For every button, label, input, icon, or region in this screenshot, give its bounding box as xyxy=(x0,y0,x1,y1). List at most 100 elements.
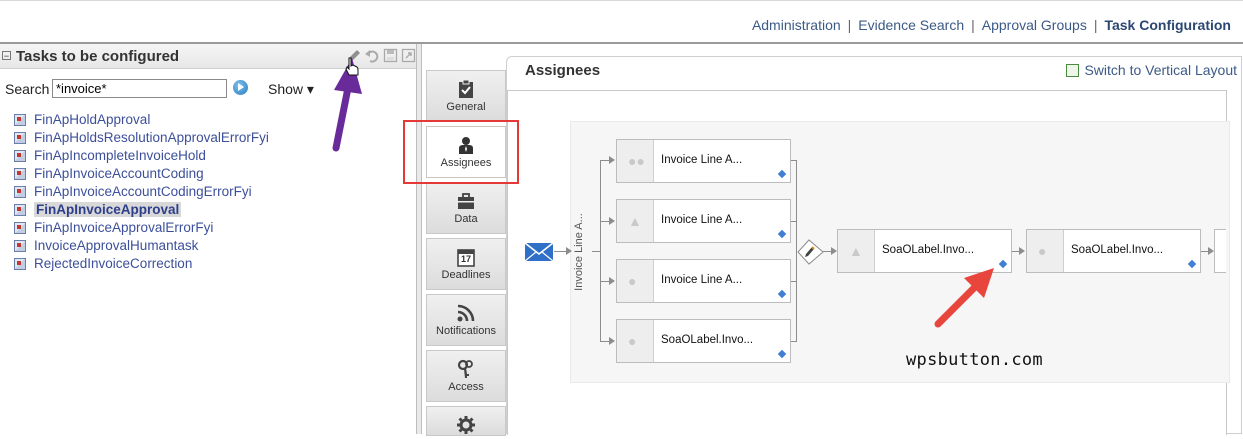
task-item[interactable]: InvoiceApprovalHumantask xyxy=(14,237,269,255)
hierarchy-icon: ▲ xyxy=(849,243,863,259)
tab-configuration[interactable] xyxy=(426,406,506,436)
node-diamond-icon xyxy=(1187,259,1197,269)
assignees-tab-highlight xyxy=(403,120,519,184)
join-line xyxy=(791,160,796,161)
task-item[interactable]: FinApInvoiceApprovalErrorFyi xyxy=(14,219,269,237)
user-icon: ● xyxy=(1038,243,1047,259)
task-icon xyxy=(14,150,26,162)
node-label: Invoice Line A... xyxy=(661,274,743,286)
node-icon-cell: ▲ xyxy=(617,200,654,242)
nav-link-administration[interactable]: Administration xyxy=(752,17,841,33)
hierarchy-icon: ▲ xyxy=(628,213,642,229)
task-icon xyxy=(14,240,26,252)
assignee-node-partial[interactable] xyxy=(1214,229,1226,273)
connector xyxy=(823,251,831,252)
node-label: Invoice Line A... xyxy=(661,214,743,226)
tab-general[interactable]: General xyxy=(426,70,506,122)
task-icon xyxy=(14,168,26,180)
nav-separator: | xyxy=(1093,17,1098,33)
task-label[interactable]: FinApInvoiceApproval xyxy=(34,202,182,217)
assignee-node[interactable]: ▲ Invoice Line A... xyxy=(616,199,791,243)
node-label: SoaOLabel.Invo... xyxy=(882,244,975,256)
stage-label: Invoice Line A... xyxy=(573,213,585,291)
task-item[interactable]: FinApInvoiceAccountCoding xyxy=(14,165,269,183)
layout-switch-icon xyxy=(1066,64,1080,77)
tab-label: Notifications xyxy=(436,325,496,337)
task-label[interactable]: FinApInvoiceAccountCodingErrorFyi xyxy=(34,184,252,199)
connector-arrow xyxy=(566,247,572,255)
fork-line xyxy=(592,251,600,252)
tab-label: Access xyxy=(448,381,484,393)
assignee-node-serial[interactable]: ● SoaOLabel.Invo... xyxy=(1026,229,1201,273)
join-pencil-icon[interactable] xyxy=(797,239,825,265)
nav-link-approval-groups[interactable]: Approval Groups xyxy=(982,17,1087,33)
tab-label: Data xyxy=(454,213,478,225)
user-icon: ● xyxy=(628,273,637,289)
clipboard-check-icon xyxy=(456,79,476,99)
task-item[interactable]: RejectedInvoiceCorrection xyxy=(14,255,269,273)
node-diamond-icon xyxy=(777,349,787,359)
nav-separator: | xyxy=(971,17,975,33)
mail-start-icon xyxy=(524,242,554,262)
join-line xyxy=(791,281,796,282)
assignee-node[interactable]: ● SoaOLabel.Invo... xyxy=(616,319,791,363)
calendar-day: 17 xyxy=(460,254,471,264)
branch-arrow xyxy=(609,217,615,225)
user-approval-icon: ● xyxy=(628,333,637,349)
top-bar: Administration | Evidence Search | Approval … xyxy=(0,0,1243,43)
collapse-toggle[interactable]: − xyxy=(2,51,11,61)
task-icon xyxy=(14,186,26,198)
export-icon[interactable] xyxy=(401,48,416,63)
gear-icon xyxy=(456,415,476,435)
show-menu[interactable]: Show ▾ xyxy=(268,81,314,98)
keys-icon xyxy=(456,359,476,379)
red-annotation-arrow-icon xyxy=(934,268,994,328)
search-input[interactable] xyxy=(52,79,227,98)
search-label: Search xyxy=(5,81,50,97)
task-item[interactable]: FinApHoldApproval xyxy=(14,111,269,129)
node-icon-cell: ● xyxy=(617,260,654,302)
task-label[interactable]: FinApHoldApproval xyxy=(34,112,150,127)
task-item[interactable]: FinApIncompleteInvoiceHold xyxy=(14,147,269,165)
node-diamond-icon xyxy=(777,169,787,179)
node-diamond-icon xyxy=(998,259,1008,269)
switch-layout-label[interactable]: Switch to Vertical Layout xyxy=(1084,62,1237,78)
task-item-selected[interactable]: FinApInvoiceApproval xyxy=(14,201,269,219)
assignee-node[interactable]: ● Invoice Line A... xyxy=(616,259,791,303)
assignees-title: Assignees xyxy=(525,62,601,79)
nav-link-evidence-search[interactable]: Evidence Search xyxy=(858,17,964,33)
tab-notifications[interactable]: Notifications xyxy=(426,294,506,346)
task-label[interactable]: FinApInvoiceApprovalErrorFyi xyxy=(34,220,213,235)
switch-vertical-layout-link[interactable]: Switch to Vertical Layout xyxy=(1066,62,1237,78)
search-go-icon[interactable] xyxy=(233,80,248,95)
task-icon xyxy=(14,222,26,234)
task-item[interactable]: FinApHoldsResolutionApprovalErrorFyi xyxy=(14,129,269,147)
nav-link-task-configuration[interactable]: Task Configuration xyxy=(1104,17,1231,33)
node-icon-cell: ●● xyxy=(617,140,654,182)
node-diamond-icon xyxy=(777,289,787,299)
join-line xyxy=(791,341,796,342)
assignee-node[interactable]: ●● Invoice Line A... xyxy=(616,139,791,183)
briefcase-icon xyxy=(456,191,476,211)
join-line xyxy=(791,221,796,222)
task-label[interactable]: InvoiceApprovalHumantask xyxy=(34,238,198,253)
task-label[interactable]: FinApInvoiceAccountCoding xyxy=(34,166,204,181)
node-label: SoaOLabel.Invo... xyxy=(661,334,754,346)
node-icon-cell: ▲ xyxy=(838,230,875,272)
node-label: Invoice Line A... xyxy=(661,154,743,166)
task-icon xyxy=(14,204,26,216)
task-item[interactable]: FinApInvoiceAccountCodingErrorFyi xyxy=(14,183,269,201)
tab-data[interactable]: Data xyxy=(426,182,506,234)
task-icon xyxy=(14,114,26,126)
tab-deadlines[interactable]: 17 Deadlines xyxy=(426,238,506,290)
save-icon[interactable] xyxy=(383,48,398,63)
task-label[interactable]: FinApIncompleteInvoiceHold xyxy=(34,148,206,163)
task-icon xyxy=(14,258,26,270)
tab-access[interactable]: Access xyxy=(426,350,506,402)
connector xyxy=(554,251,566,252)
task-label[interactable]: RejectedInvoiceCorrection xyxy=(34,256,192,271)
branch-arrow xyxy=(609,277,615,285)
node-icon-cell: ● xyxy=(617,320,654,362)
task-list: FinApHoldApproval FinApHoldsResolutionAp… xyxy=(14,111,269,273)
task-label[interactable]: FinApHoldsResolutionApprovalErrorFyi xyxy=(34,130,269,145)
